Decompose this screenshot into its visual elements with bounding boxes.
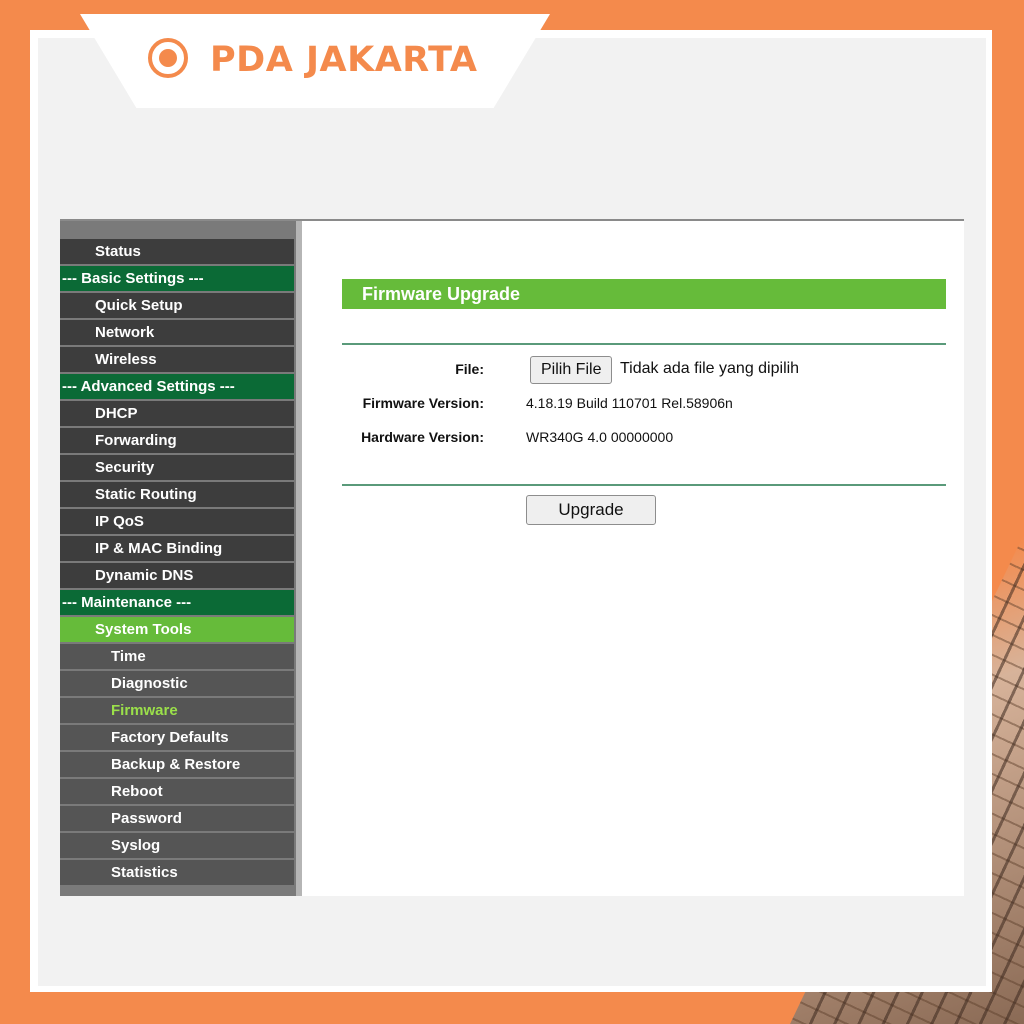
sidebar: Status --- Basic Settings --- Quick Setup N… — [60, 221, 302, 896]
sidebar-item[interactable]: Security — [60, 455, 294, 480]
sidebar-item[interactable]: Wireless — [60, 347, 294, 372]
sidebar-section-header: --- Maintenance --- — [60, 590, 294, 615]
sidebar-item[interactable]: Firmware — [60, 698, 294, 723]
sidebar-item[interactable]: Factory Defaults — [60, 725, 294, 750]
brand-name: PDA JAKARTA — [210, 40, 478, 80]
sidebar-divider — [296, 221, 302, 896]
bottom-divider — [342, 484, 946, 486]
sidebar-item[interactable]: Diagnostic — [60, 671, 294, 696]
sidebar-item[interactable]: Time — [60, 644, 294, 669]
sidebar-menu: Status --- Basic Settings --- Quick Setup N… — [60, 239, 294, 887]
sidebar-item[interactable]: Quick Setup — [60, 293, 294, 318]
sidebar-section-header: --- Advanced Settings --- — [60, 374, 294, 399]
file-status-text: Tidak ada file yang dipilih — [620, 360, 800, 377]
sidebar-item[interactable]: Dynamic DNS — [60, 563, 294, 588]
firmware-version-row: Firmware Version: 4.18.19 Build 110701 R… — [342, 395, 946, 425]
brand-circle-icon — [148, 38, 188, 78]
sidebar-item[interactable]: Status — [60, 239, 294, 264]
choose-file-button[interactable]: Pilih File — [530, 356, 613, 384]
firmware-version-label: Firmware Version: — [362, 395, 484, 411]
hardware-version-label: Hardware Version: — [361, 429, 484, 445]
sidebar-item[interactable]: IP QoS — [60, 509, 294, 534]
hardware-version-value: WR340G 4.0 00000000 — [526, 429, 674, 445]
router-admin-page: Status --- Basic Settings --- Quick Setup N… — [60, 219, 964, 896]
sidebar-item[interactable]: Password — [60, 806, 294, 831]
firmware-version-value: 4.18.19 Build 110701 Rel.58906n — [526, 395, 733, 411]
hardware-version-row: Hardware Version: WR340G 4.0 00000000 — [342, 429, 946, 459]
sidebar-item[interactable]: Reboot — [60, 779, 294, 804]
sidebar-item[interactable]: Network — [60, 320, 294, 345]
file-label: File: — [455, 361, 484, 377]
sidebar-item[interactable]: IP & MAC Binding — [60, 536, 294, 561]
sidebar-section-header: --- Basic Settings --- — [60, 266, 294, 291]
sidebar-item[interactable]: Backup & Restore — [60, 752, 294, 777]
file-row: File: Pilih File Tidak ada file yang dip… — [342, 356, 946, 391]
sidebar-item[interactable]: Statistics — [60, 860, 294, 885]
main-content: Firmware Upgrade File: Pilih File Tidak … — [342, 279, 946, 525]
upgrade-button[interactable]: Upgrade — [526, 495, 656, 525]
sidebar-item[interactable]: DHCP — [60, 401, 294, 426]
sidebar-item[interactable]: Syslog — [60, 833, 294, 858]
top-divider — [342, 343, 946, 345]
page-title: Firmware Upgrade — [342, 279, 946, 309]
sidebar-item[interactable]: System Tools — [60, 617, 294, 642]
sidebar-item[interactable]: Static Routing — [60, 482, 294, 507]
sidebar-item[interactable]: Forwarding — [60, 428, 294, 453]
